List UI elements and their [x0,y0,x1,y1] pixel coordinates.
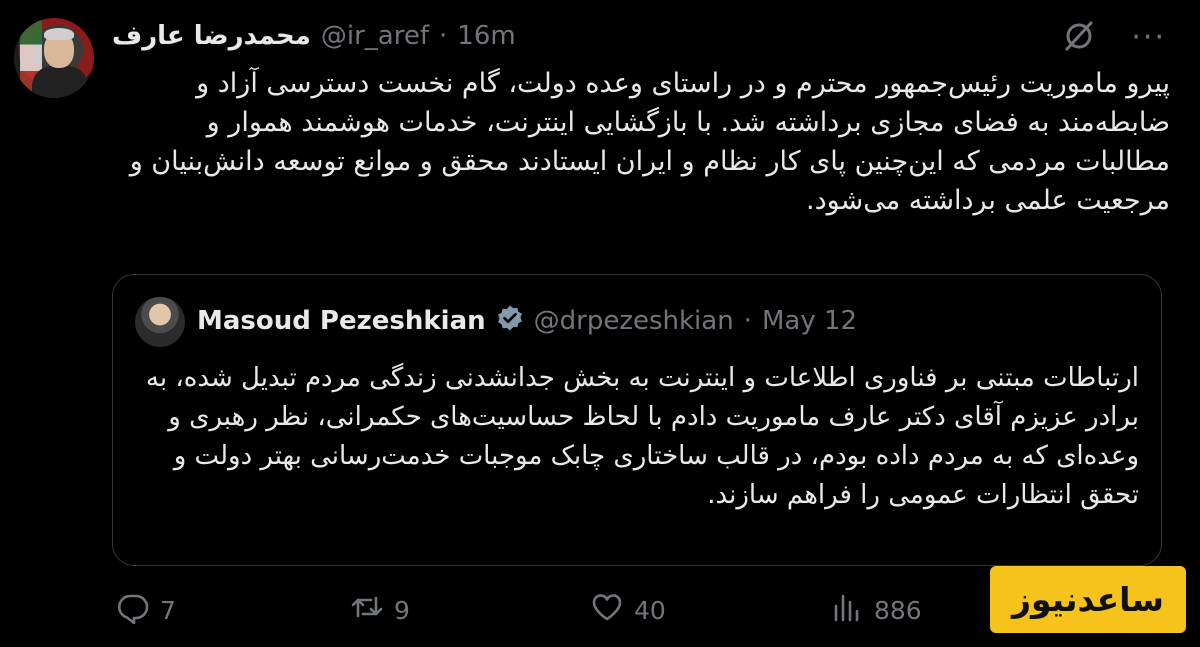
repost-icon [350,590,384,630]
verified-badge-icon [496,304,524,339]
views-button[interactable]: 886 [830,590,922,630]
tweet-action-bar: 7 9 40 886 [112,590,932,640]
like-button[interactable]: 40 [590,590,666,630]
author-handle[interactable]: @ir_aref [321,21,429,51]
quoted-tweet[interactable]: Masoud Pezeshkian @drpezeshkian · May 12… [112,274,1162,566]
tweet-time[interactable]: 16m [457,21,515,51]
header-separator: · [439,21,448,51]
like-icon [590,590,624,630]
tweet-header: محمدرضا عارف @ir_aref · 16m [112,16,516,56]
more-icon[interactable]: ··· [1131,23,1166,53]
author-avatar[interactable] [14,18,94,98]
reply-count: 7 [160,595,176,625]
quoted-author-display-name[interactable]: Masoud Pezeshkian [197,306,486,336]
repost-count: 9 [394,595,410,625]
views-icon [830,590,864,630]
tweet-top-actions: ··· [1061,18,1166,58]
quoted-tweet-text: ارتباطات مبتنی بر فناوری اطلاعات و اینتر… [145,363,1139,510]
tweet-card[interactable]: محمدرضا عارف @ir_aref · 16m ··· پیرو مام… [0,0,1200,647]
reply-button[interactable]: 7 [116,590,176,630]
quoted-author-avatar[interactable] [135,297,185,347]
grok-icon[interactable] [1061,18,1097,58]
like-count: 40 [634,595,666,625]
reply-icon [116,590,150,630]
quoted-author-handle[interactable]: @drpezeshkian [534,306,734,336]
quoted-tweet-header: Masoud Pezeshkian @drpezeshkian · May 12 [197,301,857,341]
watermark-logo: ساعدنیوز [990,566,1186,633]
tweet-text: پیرو ماموریت رئیس‌جمهور محترم و در راستا… [129,68,1170,216]
quoted-header-separator: · [743,306,752,336]
quoted-tweet-date[interactable]: May 12 [762,306,857,336]
views-count: 886 [874,595,922,625]
author-display-name[interactable]: محمدرضا عارف [112,21,311,51]
repost-button[interactable]: 9 [350,590,410,630]
